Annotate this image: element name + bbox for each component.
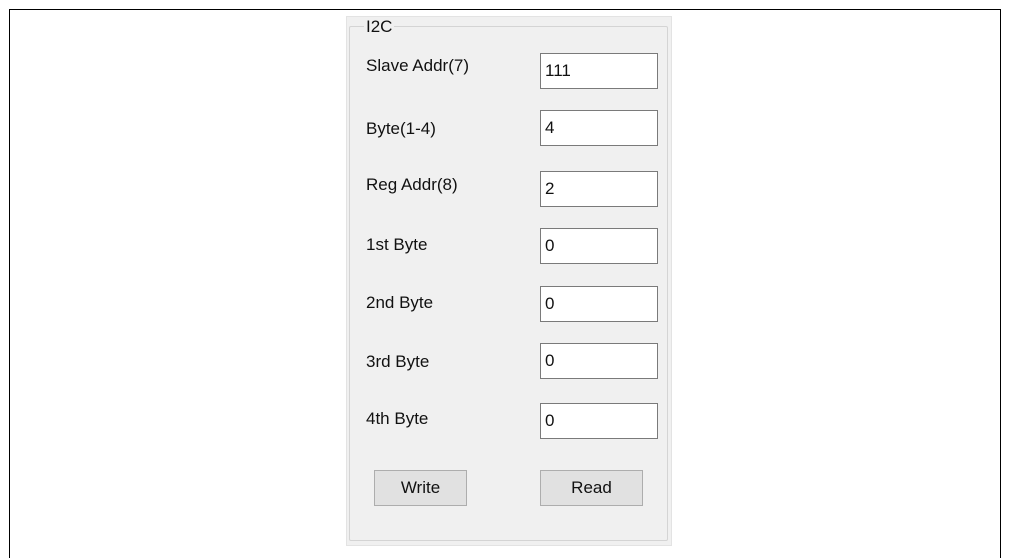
slave-addr-label: Slave Addr(7) bbox=[366, 56, 469, 75]
i2c-groupbox: I2C Slave Addr(7) Byte(1-4) Reg Addr(8) … bbox=[349, 18, 668, 541]
groupbox-title: I2C bbox=[364, 17, 395, 36]
first-byte-input[interactable] bbox=[540, 228, 658, 264]
i2c-panel: I2C Slave Addr(7) Byte(1-4) Reg Addr(8) … bbox=[346, 16, 672, 546]
byte-count-label: Byte(1-4) bbox=[366, 119, 436, 138]
byte-count-input[interactable] bbox=[540, 110, 658, 146]
second-byte-label: 2nd Byte bbox=[366, 293, 434, 312]
third-byte-label: 3rd Byte bbox=[366, 352, 430, 371]
fourth-byte-label: 4th Byte bbox=[366, 409, 429, 428]
slave-addr-input[interactable] bbox=[540, 53, 658, 89]
fourth-byte-input[interactable] bbox=[540, 403, 658, 439]
read-button[interactable]: Read bbox=[540, 470, 643, 506]
reg-addr-label: Reg Addr(8) bbox=[366, 175, 458, 194]
third-byte-input[interactable] bbox=[540, 343, 658, 379]
reg-addr-input[interactable] bbox=[540, 171, 658, 207]
first-byte-label: 1st Byte bbox=[366, 235, 428, 254]
write-button[interactable]: Write bbox=[374, 470, 467, 506]
second-byte-input[interactable] bbox=[540, 286, 658, 322]
